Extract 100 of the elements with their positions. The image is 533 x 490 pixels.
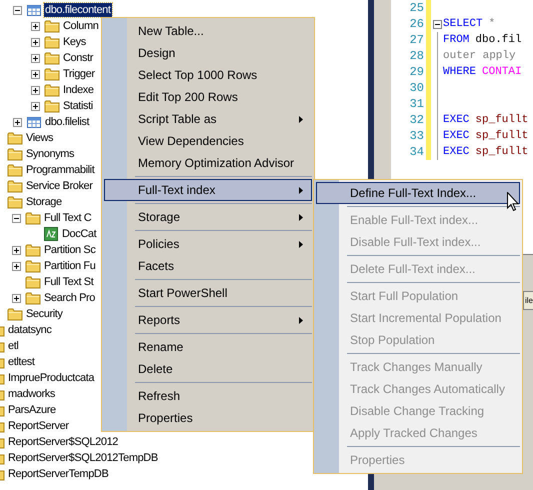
menu-item[interactable]: Storage	[104, 206, 312, 228]
code-token: sp_fullt	[475, 113, 528, 128]
folder-icon	[44, 83, 60, 97]
line-number: 34	[408, 144, 424, 160]
tree-node-label[interactable]: dbo.filelist	[44, 115, 90, 129]
menu-item[interactable]: Edit Top 200 Rows	[104, 86, 312, 108]
folder-icon	[25, 243, 41, 257]
menu-item[interactable]: Delete	[104, 358, 312, 380]
menu-item[interactable]: Facets	[104, 255, 312, 277]
collapse-icon[interactable]	[12, 214, 20, 222]
expand-icon[interactable]	[12, 118, 22, 126]
menu-item[interactable]: Reports	[104, 309, 312, 331]
expand-icon[interactable]	[30, 70, 40, 78]
tree-node-label[interactable]: ImprueProductcata	[7, 371, 96, 385]
catalog-icon	[43, 226, 59, 242]
menu-item[interactable]: Start PowerShell	[104, 282, 312, 304]
code-token: EXEC	[443, 129, 470, 144]
expand-icon[interactable]	[30, 38, 40, 46]
menu-item[interactable]: Design	[104, 42, 312, 64]
menu-item[interactable]: New Table...	[104, 20, 312, 42]
code-token: *	[488, 17, 496, 32]
folder-icon	[44, 99, 60, 113]
tree-node-label[interactable]: etl	[7, 339, 20, 353]
folder-icon	[25, 259, 41, 273]
tree-node-label[interactable]: Constr	[62, 51, 94, 65]
tree-node-label[interactable]: Full Text C	[43, 211, 92, 225]
menu-item[interactable]: View Dependencies	[104, 130, 312, 152]
menu-item[interactable]: Refresh	[104, 385, 312, 407]
expand-icon[interactable]	[30, 86, 40, 94]
folder-icon	[7, 195, 23, 209]
tree-node-label[interactable]: Search Pro	[43, 291, 96, 305]
menu-item[interactable]: Memory Optimization Advisor	[104, 152, 312, 174]
tree-node-label[interactable]: madworks	[7, 387, 56, 401]
expand-icon[interactable]	[30, 54, 40, 62]
folder-icon	[7, 163, 23, 177]
tree-node-label[interactable]: ReportServer	[7, 419, 70, 433]
folder-icon	[7, 131, 23, 145]
code-token: EXEC	[443, 145, 470, 160]
expand-icon[interactable]	[30, 22, 40, 30]
table-icon	[26, 3, 42, 17]
tree-node-label[interactable]: Synonyms	[25, 147, 76, 161]
code-token: WHERE	[443, 65, 476, 80]
tree-node-label[interactable]: DocCat	[61, 227, 98, 241]
folder-icon	[44, 19, 60, 33]
tree-node-label[interactable]: ReportServer$SQL2012TempDB	[7, 451, 159, 465]
line-number: 31	[408, 96, 424, 112]
mouse-pointer-icon	[507, 192, 519, 212]
expand-icon[interactable]	[12, 262, 20, 270]
code-token: dbo.fil	[475, 33, 522, 48]
tree-node-label[interactable]: Trigger	[62, 67, 96, 81]
folder-icon	[25, 275, 41, 289]
tree-node-label[interactable]: Full Text St	[43, 275, 94, 289]
folder-icon	[25, 211, 41, 225]
tree-node-label[interactable]: Partition Fu	[43, 259, 96, 273]
results-tab[interactable]: ile	[522, 291, 533, 310]
folder-icon	[44, 35, 60, 49]
tree-node-label[interactable]: Security	[25, 307, 64, 321]
tree-node-label[interactable]: datatsync	[7, 323, 52, 337]
tree-node-label[interactable]: ReportServer$SQL2012	[7, 435, 120, 449]
menu-item[interactable]: Rename	[104, 336, 312, 358]
tree-node-label[interactable]: Column	[62, 19, 100, 33]
menu-item[interactable]: Full-Text index	[104, 179, 312, 201]
collapse-icon[interactable]	[432, 20, 442, 28]
tree-node-label[interactable]: Programmabilit	[25, 163, 96, 177]
folder-icon	[7, 147, 23, 161]
menu-item[interactable]: Policies	[104, 233, 312, 255]
menu-item[interactable]: Define Full-Text Index...	[316, 182, 520, 204]
code-token: outer apply	[443, 49, 516, 64]
menu-item[interactable]: Select Top 1000 Rows	[104, 64, 312, 86]
folder-icon	[7, 307, 23, 321]
folder-icon	[44, 51, 60, 65]
line-number: 28	[408, 48, 424, 64]
line-number: 27	[408, 32, 424, 48]
tree-node-label[interactable]: ParsAzure	[7, 403, 57, 417]
tree-node-label[interactable]: dbo.filecontent	[44, 3, 112, 17]
folder-icon	[25, 291, 41, 305]
code-token: sp_fullt	[475, 145, 528, 160]
tree-node-label[interactable]: Partition Sc	[43, 243, 96, 257]
code-token: SELECT	[443, 17, 483, 32]
tree-node-label[interactable]: Keys	[62, 35, 87, 49]
tree-node-label[interactable]: Storage	[25, 195, 63, 209]
code-token: EXEC	[443, 113, 470, 128]
tree-node-label[interactable]: Views	[25, 131, 54, 145]
menu-item[interactable]: Script Table as	[104, 108, 312, 130]
tree-node-label[interactable]: Statisti	[62, 99, 94, 113]
menu-item[interactable]: Properties	[104, 407, 312, 429]
folder-icon	[7, 179, 23, 193]
tree-node-label[interactable]: ReportServerTempDB	[7, 467, 110, 481]
expand-icon[interactable]	[12, 246, 20, 254]
tree-node-label[interactable]: Indexe	[62, 83, 95, 97]
line-number: 29	[408, 64, 424, 80]
line-number: 32	[408, 112, 424, 128]
line-number: 30	[408, 80, 424, 96]
tree-node-label[interactable]: Service Broker	[25, 179, 94, 193]
collapse-icon[interactable]	[12, 6, 22, 14]
expand-icon[interactable]	[30, 102, 40, 110]
code-token: sp_fullt	[475, 129, 528, 144]
table-icon	[26, 115, 42, 129]
expand-icon[interactable]	[12, 294, 20, 302]
tree-node-label[interactable]: etltest	[7, 355, 36, 369]
